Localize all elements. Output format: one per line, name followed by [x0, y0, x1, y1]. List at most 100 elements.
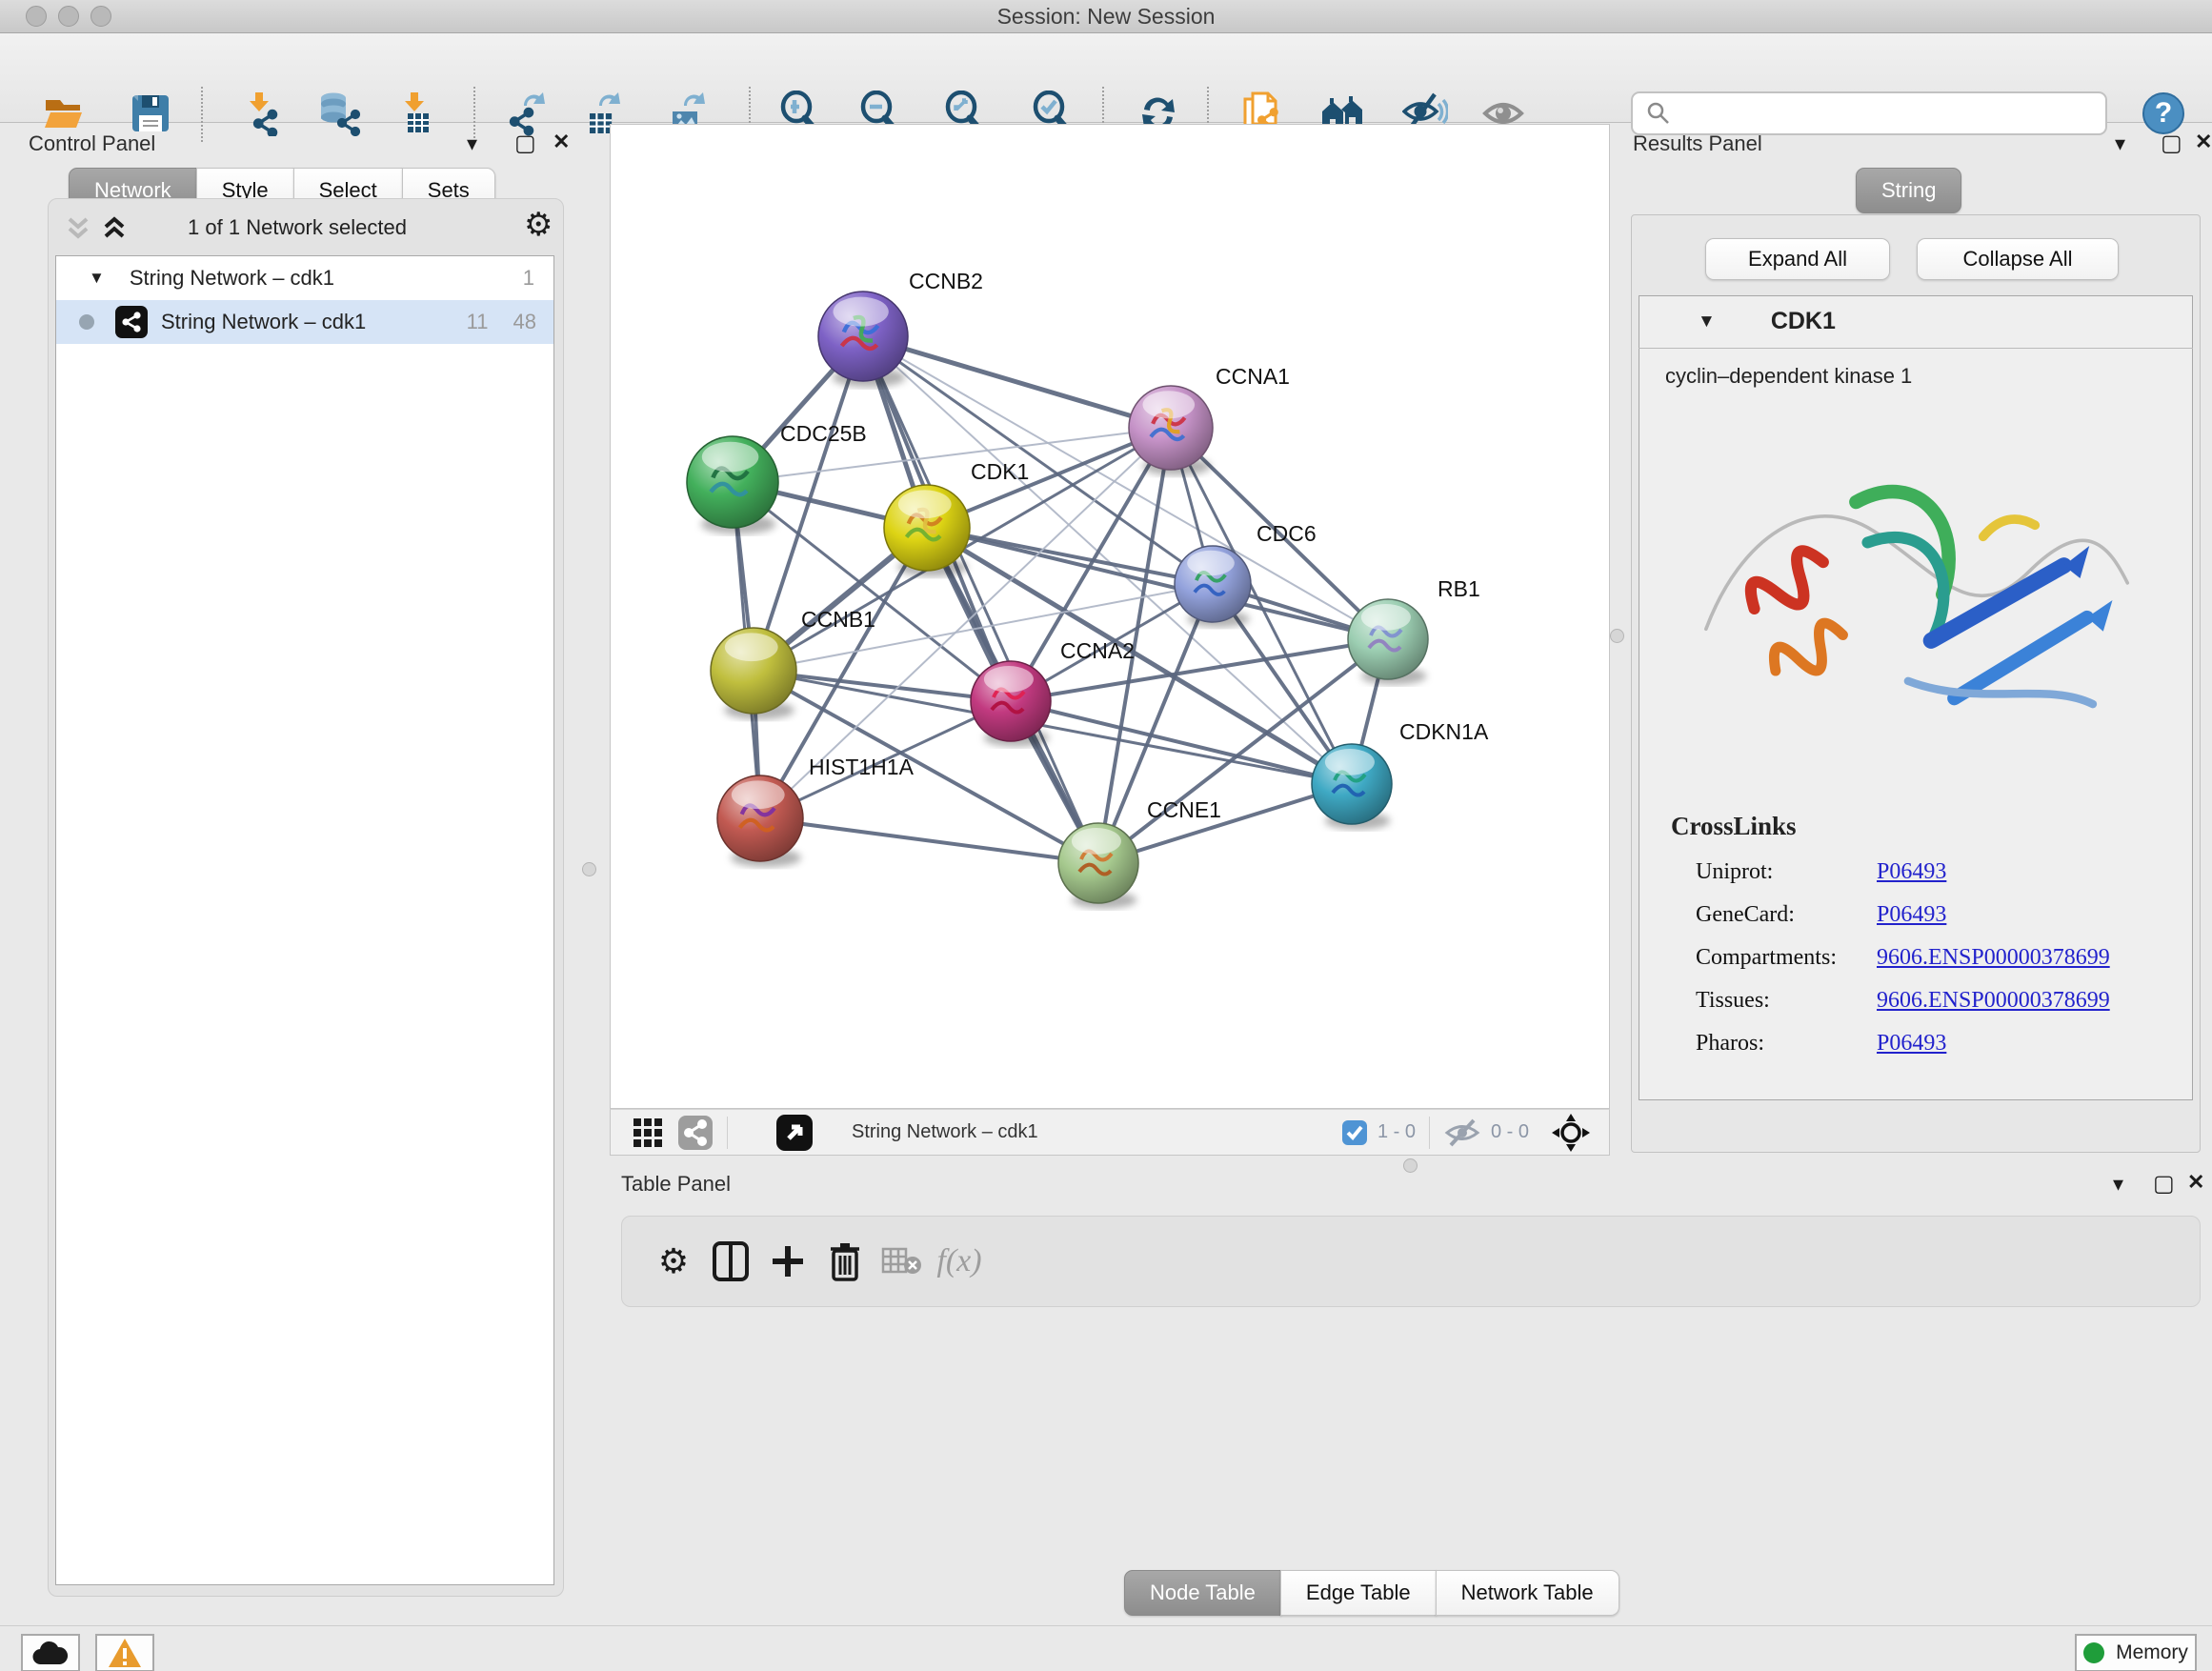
protein-card-header[interactable]: ▼ CDK1 [1639, 295, 2193, 349]
panel-float-icon[interactable]: ▾ [467, 131, 477, 156]
title-bar: Session: New Session [0, 0, 2212, 33]
right-splitter-handle[interactable] [1610, 629, 1624, 643]
network-node-RB1[interactable] [1348, 599, 1428, 685]
protein-structure-image [1680, 410, 2147, 791]
selected-node-edge-counts: 1 - 0 [1377, 1121, 1416, 1143]
expand-all-networks-icon[interactable] [100, 213, 129, 242]
collection-count: 1 [523, 266, 534, 291]
network-node-CCNA1[interactable] [1129, 386, 1213, 475]
network-selection-status: 1 of 1 Network selected [126, 215, 469, 240]
node-label-CCNA2: CCNA2 [1060, 638, 1135, 663]
node-label-CDKN1A: CDKN1A [1399, 719, 1489, 744]
results-panel: Results Panel ▾ ▢ ✕ String Expand All Co… [1623, 124, 2212, 1155]
results-panel-title: Results Panel [1633, 131, 1762, 156]
tree-expander-icon[interactable]: ▼ [89, 269, 105, 288]
network-node-CDC6[interactable] [1175, 546, 1251, 628]
crosslink-link[interactable]: 9606.ENSP00000378699 [1877, 988, 2110, 1014]
show-columns-icon[interactable] [702, 1240, 759, 1282]
panel-maximize-icon[interactable]: ▢ [514, 130, 536, 157]
cloud-icon [31, 1640, 70, 1666]
crosslink-row: GeneCard:P06493 [1696, 902, 2172, 928]
crosslink-link[interactable]: P06493 [1877, 902, 1946, 928]
node-label-CCNB1: CCNB1 [801, 607, 875, 632]
network-node-CCNE1[interactable] [1058, 823, 1138, 909]
network-node-CDKN1A[interactable] [1312, 744, 1392, 830]
network-node-CCNB1[interactable] [711, 628, 796, 719]
network-edges [733, 336, 1388, 863]
edge-CCNB2-CCNE1 [863, 336, 1098, 863]
tab-edge-table[interactable]: Edge Table [1280, 1570, 1437, 1616]
node-label-CDK1: CDK1 [971, 459, 1029, 484]
collapse-all-networks-icon[interactable] [64, 213, 92, 242]
crosslinks-heading: CrossLinks [1671, 812, 1797, 841]
create-column-icon[interactable] [759, 1244, 816, 1278]
main-toolbar: ? [0, 33, 2212, 123]
crosslink-row: Pharos:P06493 [1696, 1031, 2172, 1057]
network-node-CDC25B[interactable] [687, 436, 778, 534]
network-node-HIST1H1A[interactable] [717, 775, 803, 867]
crosslink-row: Uniprot:P06493 [1696, 859, 2172, 885]
string-network-icon [115, 306, 148, 338]
panel-float-icon[interactable]: ▾ [2113, 1172, 2123, 1197]
string-network-graph: CCNB2CCNA1CDC25BCDK1CDC6RB1CCNB1CCNA2CDK… [611, 125, 1609, 1108]
crosslink-link[interactable]: 9606.ENSP00000378699 [1877, 945, 2110, 971]
tab-node-table[interactable]: Node Table [1124, 1570, 1281, 1616]
table-options-gear-icon[interactable]: ⚙ [645, 1241, 702, 1281]
hidden-node-edge-counts: 0 - 0 [1491, 1121, 1529, 1143]
crosslink-link[interactable]: P06493 [1877, 859, 1946, 885]
panel-maximize-icon[interactable]: ▢ [2161, 130, 2182, 157]
network-row-string-network-cdk1[interactable]: String Network – cdk1 11 48 [56, 300, 553, 344]
memory-button[interactable]: Memory [2075, 1634, 2197, 1671]
cloud-status-button[interactable] [21, 1634, 80, 1671]
table-panel-title: Table Panel [621, 1172, 731, 1197]
panel-close-icon[interactable]: ✕ [2195, 130, 2212, 154]
edge-CCNB2-CCNA1 [863, 336, 1171, 428]
node-label-RB1: RB1 [1438, 576, 1480, 601]
expand-all-button[interactable]: Expand All [1705, 238, 1890, 280]
crosslink-label: GeneCard: [1696, 902, 1877, 928]
current-network-name: String Network – cdk1 [852, 1121, 1038, 1143]
warning-icon [107, 1637, 143, 1669]
panel-float-icon[interactable]: ▾ [2115, 131, 2125, 156]
selected-checkbox-icon[interactable] [1341, 1119, 1368, 1146]
control-panel: Control Panel ▾ ▢ ✕ NetworkStyleSelectSe… [11, 124, 583, 1625]
network-node-CDK1[interactable] [884, 485, 970, 576]
network-view-canvas[interactable]: CCNB2CCNA1CDC25BCDK1CDC6RB1CCNB1CCNA2CDK… [610, 124, 1610, 1109]
delete-table-icon[interactable] [874, 1245, 931, 1278]
crosslink-label: Compartments: [1696, 945, 1877, 971]
collapse-triangle-icon[interactable]: ▼ [1698, 312, 1716, 332]
warning-status-button[interactable] [95, 1634, 154, 1671]
node-label-CCNA1: CCNA1 [1216, 364, 1290, 389]
crosslink-label: Uniprot: [1696, 859, 1877, 885]
panel-close-icon[interactable]: ✕ [553, 130, 570, 154]
network-view-toolbar: String Network – cdk1 1 - 0 0 - 0 [610, 1109, 1610, 1156]
network-collection-row[interactable]: ▼ String Network – cdk1 1 [56, 256, 553, 300]
crosslinks-list: Uniprot:P06493GeneCard:P06493Compartment… [1696, 859, 2172, 1074]
tab-string[interactable]: String [1856, 168, 1961, 213]
panel-close-icon[interactable]: ✕ [2187, 1170, 2204, 1195]
panel-maximize-icon[interactable]: ▢ [2153, 1170, 2175, 1198]
node-count: 11 [467, 310, 489, 334]
collapse-all-button[interactable]: Collapse All [1917, 238, 2119, 280]
delete-column-trash-icon[interactable] [816, 1241, 874, 1281]
crosslink-link[interactable]: P06493 [1877, 1031, 1946, 1057]
node-label-CDC25B: CDC25B [780, 421, 867, 446]
network-options-gear-icon[interactable]: ⚙ [524, 206, 553, 244]
search-input[interactable] [1680, 101, 2105, 126]
status-bar: Memory [0, 1625, 2212, 1671]
hidden-eye-slash-icon[interactable] [1443, 1118, 1481, 1147]
search-icon [1646, 101, 1671, 126]
memory-label: Memory [2116, 1641, 2188, 1664]
birds-eye-view-icon[interactable] [775, 1114, 814, 1152]
function-builder-icon[interactable]: f(x) [931, 1243, 988, 1279]
grid-view-icon[interactable] [632, 1117, 664, 1149]
network-node-CCNA2[interactable] [971, 661, 1051, 747]
table-toolbar: ⚙ f(x) [621, 1216, 2201, 1307]
left-splitter-handle[interactable] [582, 862, 596, 876]
table-panel: Table Panel ▾ ▢ ✕ ⚙ f(x) shared namename… [610, 1164, 2212, 1625]
network-icon-gray[interactable] [677, 1115, 714, 1151]
protein-description: cyclin–dependent kinase 1 [1665, 364, 1912, 389]
node-label-CCNB2: CCNB2 [909, 269, 983, 293]
fit-selected-crosshair-icon[interactable] [1552, 1114, 1590, 1152]
tab-network-table[interactable]: Network Table [1436, 1570, 1619, 1616]
